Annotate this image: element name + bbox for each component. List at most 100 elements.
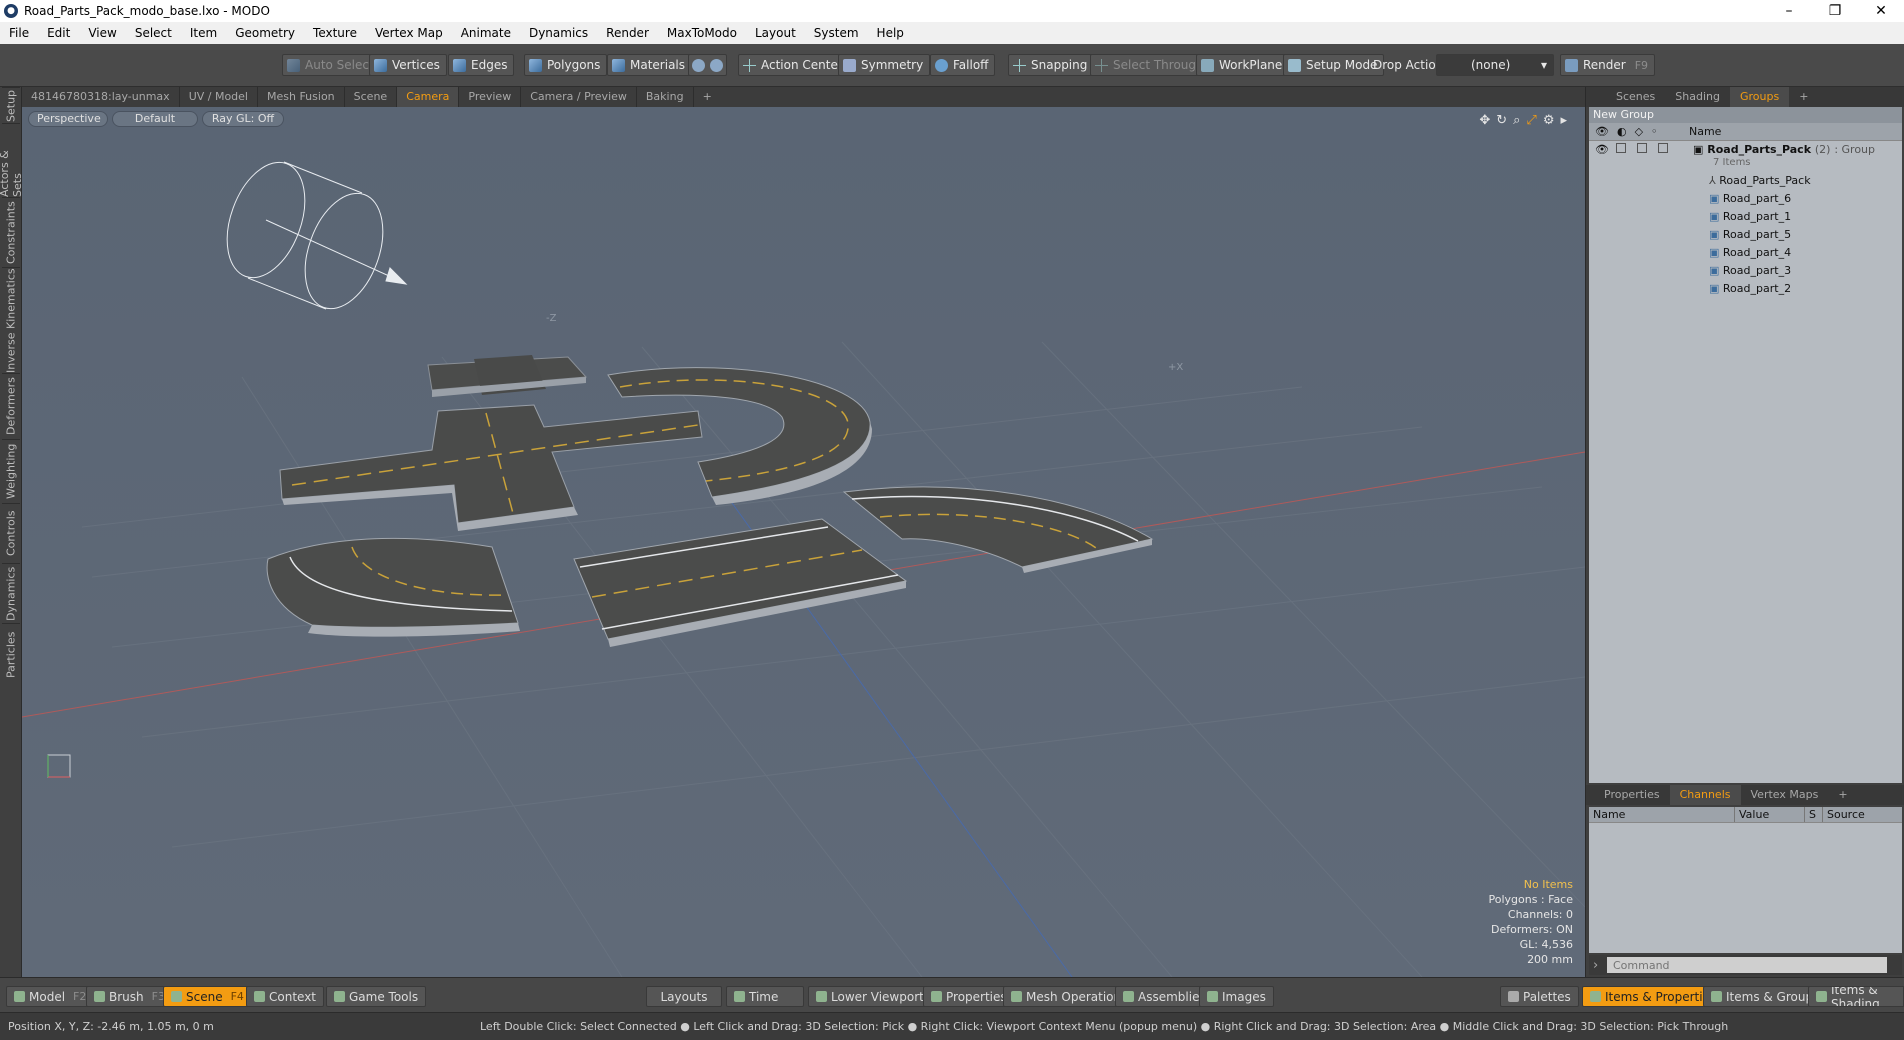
tab-scenes[interactable]: Scenes bbox=[1606, 87, 1665, 107]
menu-view[interactable]: View bbox=[79, 22, 125, 44]
group-child-row[interactable]: ▣ Road_part_3 bbox=[1589, 261, 1902, 279]
group-row-root[interactable]: 👁 ▣ Road_Parts_Pack (2) : Group 7 Items bbox=[1589, 141, 1902, 171]
select-box[interactable] bbox=[1637, 143, 1647, 153]
symmetry-button[interactable]: Symmetry bbox=[838, 54, 931, 76]
properties-button[interactable]: Properties bbox=[923, 986, 1015, 1007]
layout-scene-button[interactable]: Scene F4 bbox=[163, 986, 252, 1007]
command-input[interactable] bbox=[1607, 957, 1887, 973]
rotate-icon[interactable]: ↻ bbox=[1496, 113, 1507, 128]
tab-actors-sets[interactable]: Actors & Sets bbox=[0, 123, 24, 197]
fit-icon[interactable]: ⤢ bbox=[1526, 113, 1536, 128]
settings-gear-icon[interactable]: ⚙ bbox=[1543, 113, 1555, 128]
tab-uv-model[interactable]: UV / Model bbox=[180, 87, 258, 107]
tab-constraints[interactable]: Constraints bbox=[2, 197, 20, 267]
minimize-button[interactable]: – bbox=[1766, 0, 1812, 22]
3d-viewport[interactable]: -Z +X Perspective Default Ray GL: Off ✥ … bbox=[22, 107, 1585, 977]
group-child-row[interactable]: ▣ Road_part_6 bbox=[1589, 189, 1902, 207]
tab-mesh-fusion[interactable]: Mesh Fusion bbox=[258, 87, 345, 107]
tab-shading[interactable]: Shading bbox=[1665, 87, 1730, 107]
menu-maxtomodo[interactable]: MaxToModo bbox=[658, 22, 746, 44]
menu-help[interactable]: Help bbox=[868, 22, 913, 44]
tab-scene[interactable]: Scene bbox=[345, 87, 398, 107]
tab-setup[interactable]: Setup bbox=[2, 87, 20, 123]
menu-texture[interactable]: Texture bbox=[304, 22, 366, 44]
palettes-button[interactable]: Palettes bbox=[1500, 986, 1579, 1007]
tab-groups[interactable]: Groups bbox=[1729, 87, 1790, 107]
action-center-button[interactable]: Action Center bbox=[738, 54, 850, 76]
status-hint: Left Double Click: Select Connected ● Le… bbox=[480, 1020, 1729, 1033]
render-box[interactable] bbox=[1658, 143, 1668, 153]
shading-mode-select[interactable]: Default bbox=[112, 111, 198, 127]
tab-preview[interactable]: Preview bbox=[459, 87, 522, 107]
menu-vertex-map[interactable]: Vertex Map bbox=[366, 22, 452, 44]
tab-deformers[interactable]: Deformers bbox=[2, 373, 20, 439]
menu-geometry[interactable]: Geometry bbox=[226, 22, 304, 44]
new-group-button[interactable]: New Group bbox=[1589, 107, 1902, 123]
tab-dynamics[interactable]: Dynamics bbox=[2, 563, 20, 623]
group-child-row[interactable]: ▣ Road_part_4 bbox=[1589, 243, 1902, 261]
tab-layout-unmax[interactable]: 48146780318:lay-unmax bbox=[22, 87, 180, 107]
menu-dynamics[interactable]: Dynamics bbox=[520, 22, 597, 44]
menu-edit[interactable]: Edit bbox=[38, 22, 79, 44]
tab-controls[interactable]: Controls bbox=[2, 503, 20, 563]
add-panel-tab-button[interactable]: + bbox=[1789, 87, 1818, 107]
menu-animate[interactable]: Animate bbox=[452, 22, 520, 44]
menu-file[interactable]: File bbox=[0, 22, 38, 44]
tab-camera[interactable]: Camera bbox=[397, 87, 460, 107]
polygons-button[interactable]: Polygons bbox=[524, 54, 608, 76]
tab-channels[interactable]: Channels bbox=[1669, 785, 1741, 805]
view-mode-select[interactable]: Perspective bbox=[28, 111, 108, 127]
materials-button[interactable]: Materials bbox=[607, 54, 693, 76]
workplane-button[interactable]: WorkPlane bbox=[1196, 54, 1290, 76]
layout-game-tools-button[interactable]: Game Tools bbox=[326, 986, 427, 1007]
pan-icon[interactable]: ✥ bbox=[1479, 113, 1490, 128]
add-lower-tab-button[interactable]: + bbox=[1828, 785, 1857, 805]
render-button[interactable]: Render F9 bbox=[1560, 54, 1656, 76]
raygl-toggle[interactable]: Ray GL: Off bbox=[202, 111, 284, 127]
menu-item[interactable]: Item bbox=[181, 22, 226, 44]
menu-select[interactable]: Select bbox=[126, 22, 181, 44]
tab-baking[interactable]: Baking bbox=[637, 87, 694, 107]
edges-button[interactable]: Edges bbox=[448, 54, 515, 76]
lower-viewports-button[interactable]: Lower Viewports bbox=[808, 986, 939, 1007]
group-child-row[interactable]: ▣ Road_part_2 bbox=[1589, 279, 1902, 297]
tab-weighting[interactable]: Weighting bbox=[2, 439, 20, 503]
tab-vertex-maps[interactable]: Vertex Maps bbox=[1741, 785, 1829, 805]
layout-model-button[interactable]: Model F2 bbox=[6, 986, 95, 1007]
auto-select-button[interactable]: Auto Select bbox=[282, 54, 381, 76]
images-button[interactable]: Images bbox=[1199, 986, 1274, 1007]
menu-render[interactable]: Render bbox=[597, 22, 658, 44]
menu-system[interactable]: System bbox=[805, 22, 868, 44]
expand-arrow-icon[interactable]: ▸ bbox=[1560, 113, 1567, 128]
channels-source-col: Source bbox=[1827, 808, 1865, 821]
select-through-button[interactable]: Select Through bbox=[1090, 54, 1211, 76]
tab-particles[interactable]: Particles bbox=[2, 623, 20, 685]
zoom-icon[interactable]: ⌕ bbox=[1513, 113, 1520, 128]
items-shading-button[interactable]: Items & Shading bbox=[1808, 986, 1904, 1007]
layout-context-button[interactable]: Context bbox=[246, 986, 325, 1007]
time-button[interactable]: Time bbox=[726, 986, 804, 1007]
tab-inverse-kinematics[interactable]: Inverse Kinematics bbox=[2, 267, 20, 373]
position-readout: Position X, Y, Z: -2.46 m, 1.05 m, 0 m bbox=[8, 1020, 214, 1033]
snapping-button[interactable]: Snapping bbox=[1008, 54, 1095, 76]
restore-button[interactable]: ❐ bbox=[1812, 0, 1858, 22]
drop-action-select[interactable]: (none) ▾ bbox=[1436, 54, 1554, 76]
name-column-header: Name bbox=[1689, 125, 1722, 138]
group-child-row[interactable]: ▣ Road_part_5 bbox=[1589, 225, 1902, 243]
add-tab-button[interactable]: + bbox=[694, 87, 721, 107]
menu-layout[interactable]: Layout bbox=[746, 22, 805, 44]
vertices-button[interactable]: Vertices bbox=[369, 54, 447, 76]
lock-box[interactable] bbox=[1616, 143, 1626, 153]
groups-list: New Group 👁 ◐ ◇ ◦ Name 👁 ▣ Road_Parts_Pack … bbox=[1589, 107, 1902, 783]
close-button[interactable]: ✕ bbox=[1858, 0, 1904, 22]
layouts-button[interactable]: Layouts bbox=[646, 986, 722, 1007]
falloff-button[interactable]: Falloff bbox=[930, 54, 996, 76]
render-toggle-icon: ◦ bbox=[1651, 125, 1658, 138]
group-child-row[interactable]: ⅄ Road_Parts_Pack bbox=[1589, 171, 1902, 189]
select-mode-toggle[interactable] bbox=[688, 54, 727, 76]
layout-brush-button[interactable]: Brush F3 bbox=[86, 986, 173, 1007]
tab-properties[interactable]: Properties bbox=[1594, 785, 1670, 805]
tab-camera-preview[interactable]: Camera / Preview bbox=[521, 87, 637, 107]
time-icon bbox=[734, 991, 745, 1002]
group-child-row[interactable]: ▣ Road_part_1 bbox=[1589, 207, 1902, 225]
